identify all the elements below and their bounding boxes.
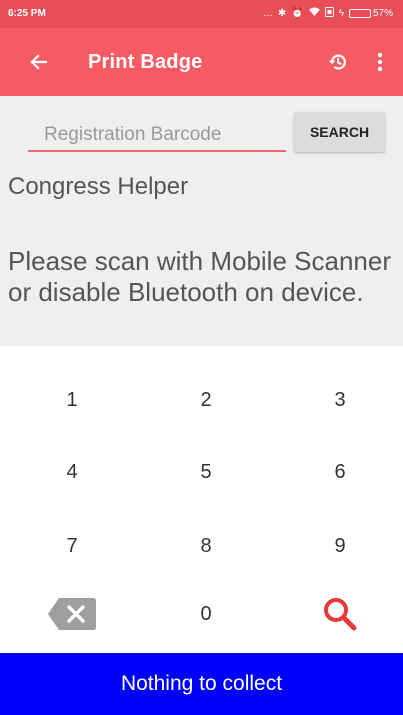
overflow-menu-button[interactable] (362, 42, 398, 82)
input-underline (28, 150, 286, 152)
ellipsis-icon: … (262, 7, 273, 19)
key-2[interactable]: 2 (166, 370, 246, 430)
instruction-message: Please scan with Mobile Scanner or disab… (8, 246, 391, 307)
battery-indicator: 57% (348, 7, 393, 19)
search-icon (324, 598, 357, 631)
key-4[interactable]: 4 (32, 442, 112, 502)
backspace-icon (48, 598, 96, 630)
barcode-input[interactable] (28, 118, 286, 152)
status-time: 6:25 PM (8, 8, 46, 19)
status-icons: … ✱ ⏰ ϟ 57% (263, 6, 393, 20)
more-vertical-icon (377, 52, 383, 72)
history-icon (328, 54, 346, 70)
key-3[interactable]: 3 (300, 370, 380, 430)
key-0[interactable]: 0 (166, 584, 246, 644)
back-button[interactable] (18, 42, 58, 82)
app-bar: Print Badge (0, 28, 403, 96)
key-9[interactable]: 9 (300, 516, 380, 576)
numeric-keypad: 1 2 3 4 5 6 7 8 9 0 (0, 370, 403, 642)
search-button[interactable]: SEARCH (294, 112, 385, 152)
alarm-icon: ⏰ (291, 7, 304, 19)
key-1[interactable]: 1 (32, 370, 112, 430)
sim-icon (324, 6, 334, 20)
key-8[interactable]: 8 (166, 516, 246, 576)
bluetooth-icon: ✱ (277, 7, 287, 19)
history-button[interactable] (318, 42, 358, 82)
app-name: Congress Helper (8, 173, 189, 200)
key-6[interactable]: 6 (300, 442, 380, 502)
search-key[interactable] (300, 584, 380, 644)
arrow-left-icon (30, 54, 47, 70)
key-5[interactable]: 5 (166, 442, 246, 502)
collect-status-bar[interactable]: Nothing to collect (0, 653, 403, 715)
battery-percent: 57% (372, 7, 393, 19)
delete-key[interactable] (32, 584, 112, 644)
charging-icon: ϟ (338, 7, 344, 19)
wifi-icon (308, 7, 320, 19)
status-bar: 6:25 PM … ✱ ⏰ ϟ 57% (0, 0, 403, 28)
page-title: Print Badge (88, 51, 203, 73)
key-7[interactable]: 7 (32, 516, 112, 576)
content-area: SEARCH Congress Helper Please scan with … (0, 96, 403, 346)
battery-icon (348, 8, 371, 18)
